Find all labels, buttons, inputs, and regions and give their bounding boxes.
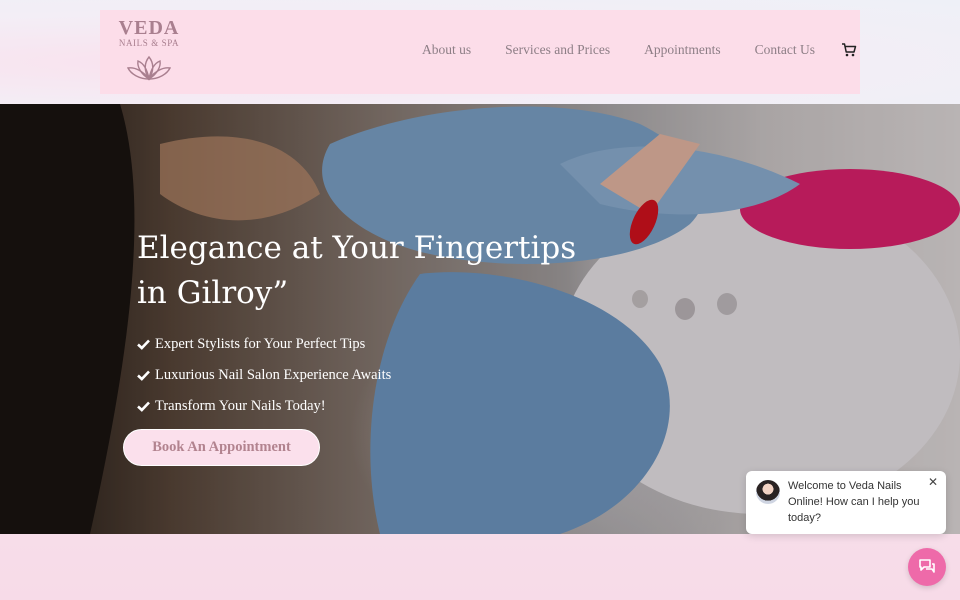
feature-item: Luxurious Nail Salon Experience Awaits [137,360,391,391]
hero-overlay [0,104,960,534]
check-icon [137,339,150,350]
feature-item: Expert Stylists for Your Perfect Tips [137,329,391,360]
feature-text: Luxurious Nail Salon Experience Awaits [155,367,392,383]
feature-list: Expert Stylists for Your Perfect Tips Lu… [137,329,391,422]
site-header: VEDA NAILS & SPA About us Services and P… [100,10,860,94]
chat-launcher-button[interactable] [908,548,946,586]
brand-tagline: NAILS & SPA [118,38,180,48]
main-nav: About us Services and Prices Appointment… [422,42,860,58]
chat-agent-avatar [756,480,780,504]
book-appointment-button[interactable]: Book An Appointment [123,429,320,466]
brand-logo[interactable]: VEDA NAILS & SPA [114,18,184,82]
chat-welcome-popup[interactable]: Welcome to Veda Nails Online! How can I … [746,471,946,534]
cart-icon[interactable] [841,42,857,58]
hero-section: Elegance at Your Fingertips in Gilroy” E… [0,104,960,534]
nav-about-us[interactable]: About us [422,42,471,58]
feature-text: Expert Stylists for Your Perfect Tips [155,336,366,352]
close-icon[interactable]: ✕ [928,476,938,488]
nav-contact-us[interactable]: Contact Us [755,42,815,58]
feature-text: Transform Your Nails Today! [155,398,326,414]
hero-title: Elegance at Your Fingertips in Gilroy” [137,230,577,311]
chat-welcome-message: Welcome to Veda Nails Online! How can I … [788,480,920,524]
lotus-icon [126,55,172,81]
feature-item: Transform Your Nails Today! [137,391,391,422]
nav-appointments[interactable]: Appointments [644,42,721,58]
brand-name: VEDA [118,17,180,39]
check-icon [137,370,150,381]
check-icon [137,401,150,412]
chat-bubble-icon [919,559,935,573]
nav-services-and-prices[interactable]: Services and Prices [505,42,610,58]
